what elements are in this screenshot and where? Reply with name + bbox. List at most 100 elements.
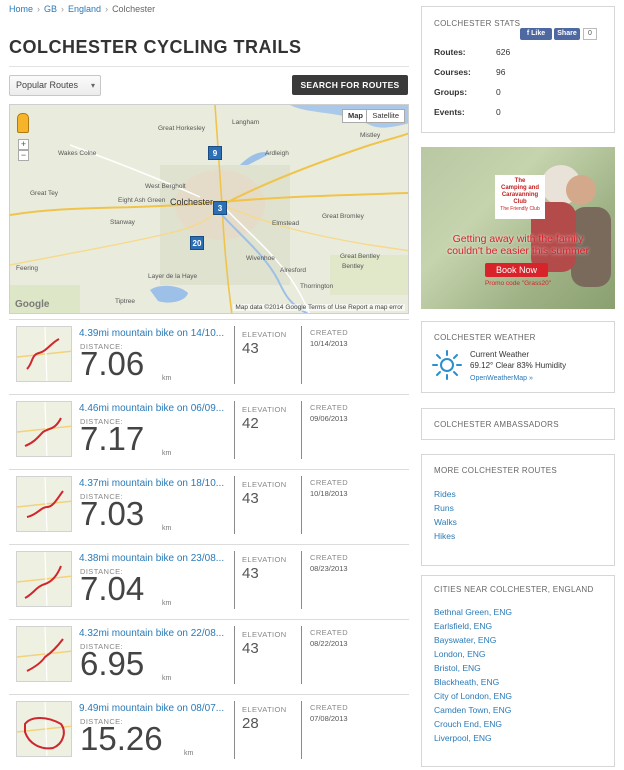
column-divider — [234, 626, 235, 684]
created-label: CREATED — [310, 328, 349, 337]
city-link[interactable]: City of London, ENG — [434, 691, 512, 701]
created-label: CREATED — [310, 478, 349, 487]
more-routes-link-hikes[interactable]: Hikes — [434, 531, 455, 541]
route-name-link[interactable]: 4.46mi mountain bike on 06/09... — [79, 403, 237, 414]
route-thumbnail-map — [17, 627, 71, 681]
city-link[interactable]: Bayswater, ENG — [434, 635, 496, 645]
column-divider — [234, 476, 235, 534]
breadcrumb-current: Colchester — [112, 4, 156, 14]
ambassadors-panel[interactable]: COLCHESTER AMBASSADORS — [421, 408, 615, 440]
map-place-label: Ardleigh — [265, 150, 289, 157]
book-now-button[interactable]: Book Now — [485, 263, 548, 277]
facebook-like-button[interactable]: f Like — [520, 28, 552, 40]
city-link[interactable]: Bethnal Green, ENG — [434, 607, 512, 617]
route-marker[interactable]: 20 — [190, 236, 204, 250]
sort-select-value: Popular Routes — [16, 80, 79, 90]
city-link[interactable]: Camden Town, ENG — [434, 705, 511, 715]
city-link[interactable]: Blackheath, ENG — [434, 677, 499, 687]
route-row[interactable]: 4.32mi mountain bike on 22/08... DISTANC… — [9, 619, 409, 694]
column-divider — [234, 326, 235, 384]
route-marker[interactable]: 9 — [208, 146, 222, 160]
route-row[interactable]: 4.46mi mountain bike on 06/09... DISTANC… — [9, 394, 409, 469]
city-link[interactable]: Crouch End, ENG — [434, 719, 502, 729]
route-thumbnail[interactable] — [16, 626, 72, 682]
map-place-label: Wakes Colne — [58, 150, 97, 157]
street-view-icon[interactable] — [17, 113, 29, 133]
created-label: CREATED — [310, 703, 349, 712]
chevron-down-icon: ▾ — [90, 81, 95, 90]
created-label: CREATED — [310, 628, 349, 637]
route-row[interactable]: 4.38mi mountain bike on 23/08... DISTANC… — [9, 544, 409, 619]
city-link[interactable]: Bristol, ENG — [434, 663, 481, 673]
route-name-link[interactable]: 4.37mi mountain bike on 18/10... — [79, 478, 237, 489]
sort-select[interactable]: Popular Routes ▾ — [9, 75, 101, 96]
route-map[interactable]: + − Map Satellite Great Horkesley Langha… — [9, 104, 409, 314]
route-thumbnail[interactable] — [16, 551, 72, 607]
route-row[interactable]: 9.49mi mountain bike on 08/07... DISTANC… — [9, 694, 409, 769]
satellite-view-button[interactable]: Satellite — [366, 109, 405, 123]
route-thumbnail[interactable] — [16, 401, 72, 457]
nearby-cities-title: CITIES NEAR COLCHESTER, ENGLAND — [434, 585, 594, 594]
elevation-label: ELEVATION — [242, 405, 287, 414]
search-routes-button[interactable]: SEARCH FOR ROUTES — [292, 75, 408, 95]
city-link[interactable]: Earlsfield, ENG — [434, 621, 492, 631]
route-created-date: 10/18/2013 — [310, 489, 348, 498]
breadcrumb-home[interactable]: Home — [9, 4, 33, 14]
facebook-share-button[interactable]: Share — [554, 28, 580, 40]
column-divider — [234, 551, 235, 609]
zoom-in-button[interactable]: + — [18, 139, 29, 150]
column-divider — [301, 326, 302, 384]
route-thumbnail[interactable] — [16, 326, 72, 382]
map-place-label: Tiptree — [115, 298, 135, 305]
column-divider — [234, 401, 235, 459]
route-row[interactable]: 4.39mi mountain bike on 14/10... DISTANC… — [9, 319, 409, 394]
map-attribution[interactable]: Map data ©2014 Google Terms of Use Repor… — [233, 304, 405, 311]
more-routes-link-walks[interactable]: Walks — [434, 517, 457, 527]
page-title: COLCHESTER CYCLING TRAILS — [9, 37, 302, 57]
stat-label: Routes: — [434, 47, 466, 57]
route-row[interactable]: 4.37mi mountain bike on 18/10... DISTANC… — [9, 469, 409, 544]
route-distance: 7.06 — [80, 345, 145, 382]
weather-title: COLCHESTER WEATHER — [434, 333, 536, 342]
map-view-button[interactable]: Map — [342, 109, 369, 123]
breadcrumb-country[interactable]: GB — [44, 4, 57, 14]
elevation-label: ELEVATION — [242, 630, 287, 639]
google-logo: Google — [15, 299, 50, 310]
ad-promo-code: Promo code "Grass20" — [484, 280, 552, 287]
route-created-date: 07/08/2013 — [310, 714, 348, 723]
more-routes-link-rides[interactable]: Rides — [434, 489, 456, 499]
route-elevation: 43 — [242, 565, 259, 582]
elevation-label: ELEVATION — [242, 480, 287, 489]
ad-photo-figure — [566, 175, 596, 205]
route-name-link[interactable]: 4.38mi mountain bike on 23/08... — [79, 553, 237, 564]
sun-icon — [432, 350, 462, 380]
column-divider — [301, 551, 302, 609]
route-name-link[interactable]: 4.32mi mountain bike on 22/08... — [79, 628, 237, 639]
map-place-label: Bentley — [342, 263, 364, 270]
distance-unit: km — [162, 675, 172, 682]
breadcrumb-region[interactable]: England — [68, 4, 101, 14]
breadcrumb-separator: › — [61, 4, 65, 14]
route-marker[interactable]: 3 — [213, 201, 227, 215]
route-name-link[interactable]: 9.49mi mountain bike on 08/07... — [79, 703, 237, 714]
route-thumbnail[interactable] — [16, 701, 72, 757]
city-link[interactable]: Liverpool, ENG — [434, 733, 492, 743]
title-divider — [9, 66, 409, 67]
facebook-like-label: Like — [531, 30, 546, 37]
map-place-label: Wivenhoe — [246, 255, 275, 262]
route-thumbnail[interactable] — [16, 476, 72, 532]
map-place-label: Alresford — [280, 267, 307, 274]
more-routes-link-runs[interactable]: Runs — [434, 503, 454, 513]
route-name-link[interactable]: 4.39mi mountain bike on 14/10... — [79, 328, 237, 339]
distance-unit: km — [162, 525, 172, 532]
elevation-label: ELEVATION — [242, 555, 287, 564]
weather-source-link[interactable]: OpenWeatherMap » — [470, 375, 533, 382]
route-elevation: 42 — [242, 415, 259, 432]
zoom-out-button[interactable]: − — [18, 150, 29, 161]
weather-conditions: 69.12° Clear 83% Humidity — [470, 361, 567, 370]
city-link[interactable]: London, ENG — [434, 649, 486, 659]
ambassadors-title: COLCHESTER AMBASSADORS — [434, 420, 559, 429]
advertisement-banner[interactable]: The Camping and Caravanning Club The Fri… — [421, 147, 615, 309]
route-thumbnail-map — [17, 552, 71, 606]
map-place-label: West Bergholt — [145, 183, 186, 190]
